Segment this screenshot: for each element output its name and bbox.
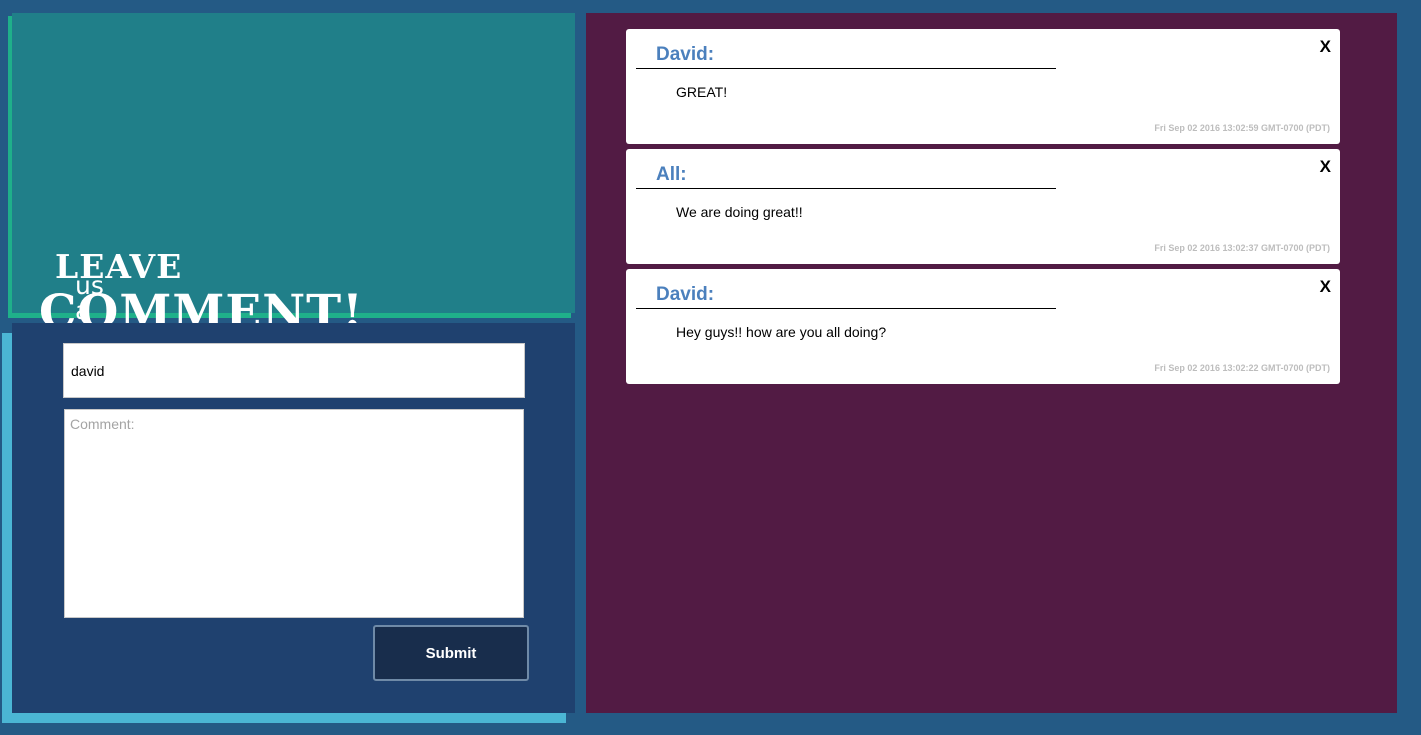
comment-timestamp: Fri Sep 02 2016 13:02:59 GMT-0700 (PDT) — [1154, 123, 1330, 133]
hero-panel: LEAVE us a COMMENT! — [12, 13, 575, 336]
comment-card: All: We are doing great!! X Fri Sep 02 2… — [626, 149, 1340, 264]
comment-timestamp: Fri Sep 02 2016 13:02:37 GMT-0700 (PDT) — [1154, 243, 1330, 253]
name-input[interactable] — [63, 343, 525, 398]
comment-author: All: — [656, 164, 687, 185]
delete-comment-button[interactable]: X — [1320, 37, 1331, 57]
comment-author: David: — [656, 284, 715, 305]
comment-divider — [636, 308, 1056, 309]
comment-form: Submit — [12, 323, 575, 713]
comment-text: GREAT! — [676, 84, 728, 100]
comments-list: David: GREAT! X Fri Sep 02 2016 13:02:59… — [586, 13, 1397, 713]
delete-comment-button[interactable]: X — [1320, 277, 1331, 297]
comment-divider — [636, 68, 1056, 69]
comment-card: David: Hey guys!! how are you all doing?… — [626, 269, 1340, 384]
comment-divider — [636, 188, 1056, 189]
comment-textarea[interactable] — [64, 409, 524, 618]
submit-button[interactable]: Submit — [373, 625, 529, 681]
comment-card: David: GREAT! X Fri Sep 02 2016 13:02:59… — [626, 29, 1340, 144]
comment-author: David: — [656, 44, 715, 65]
comment-timestamp: Fri Sep 02 2016 13:02:22 GMT-0700 (PDT) — [1154, 363, 1330, 373]
comment-text: We are doing great!! — [676, 204, 803, 220]
delete-comment-button[interactable]: X — [1320, 157, 1331, 177]
comment-text: Hey guys!! how are you all doing? — [676, 324, 887, 340]
